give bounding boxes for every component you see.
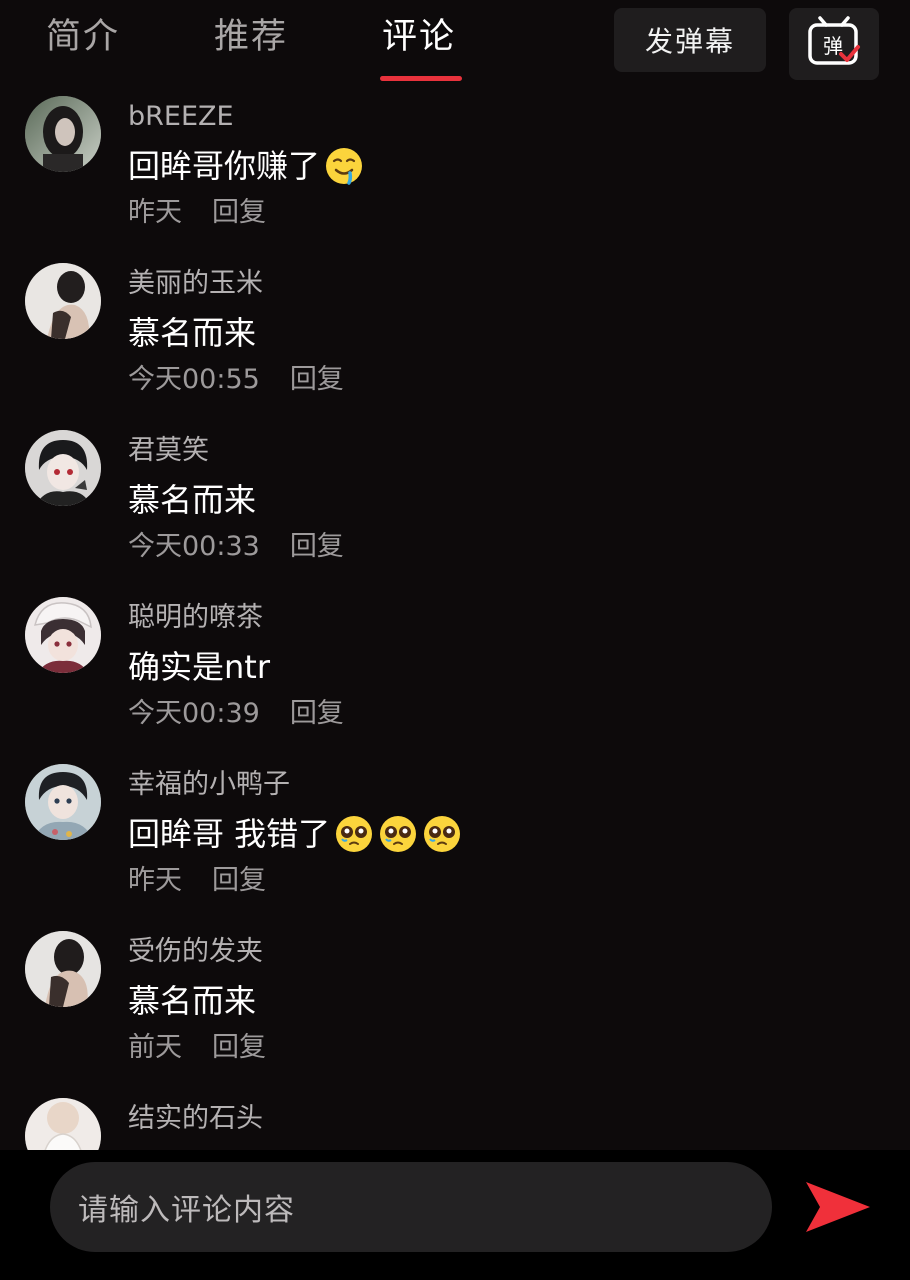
comment-time: 今天00:33: [128, 531, 260, 562]
reply-button[interactable]: 回复: [290, 364, 344, 395]
comment-item: 美丽的玉米 慕名而来 今天00:55 回复: [0, 263, 910, 430]
comment-username[interactable]: 幸福的小鸭子: [128, 768, 290, 802]
comment-time: 前天: [128, 1032, 182, 1063]
send-icon: [806, 1182, 870, 1232]
reply-button[interactable]: 回复: [212, 197, 266, 228]
danmaku-toggle-icon: 弹: [808, 16, 860, 65]
comment-username[interactable]: 受伤的发夹: [128, 935, 263, 969]
comment-text: 慕名而来: [128, 481, 257, 519]
reply-button[interactable]: 回复: [212, 1032, 266, 1063]
comment-time: 昨天: [128, 865, 182, 896]
tab-comments[interactable]: 评论: [382, 12, 456, 62]
comment-meta: 今天00:33 回复: [128, 530, 344, 564]
comment-meta: 昨天 回复: [128, 196, 266, 230]
comment-meta: 昨天 回复: [128, 864, 266, 898]
comment-text: 回眸哥你赚了: [128, 147, 321, 185]
reply-button[interactable]: 回复: [290, 698, 344, 729]
comment-input-placeholder: 请输入评论内容: [78, 1193, 295, 1228]
comment-username[interactable]: 聪明的嘹茶: [128, 601, 263, 635]
pleading-face-emoji: [424, 816, 461, 852]
comment-item: 受伤的发夹 慕名而来 前天 回复: [0, 931, 910, 1098]
comment-meta: 今天00:39 回复: [128, 697, 344, 731]
tab-intro[interactable]: 简介: [46, 12, 120, 62]
comment-input-bar: 请输入评论内容: [0, 1150, 910, 1280]
comment-item: 君莫笑 慕名而来 今天00:33 回复: [0, 430, 910, 597]
active-tab-indicator: [380, 76, 462, 81]
comment-item: bREEZE 回眸哥你赚了 昨天 回复: [0, 96, 910, 263]
send-danmaku-label: 发弹幕: [644, 25, 735, 58]
comment-meta: 前天 回复: [128, 1031, 266, 1065]
drooling-face-emoji: [326, 148, 363, 185]
avatar[interactable]: [25, 96, 101, 172]
avatar[interactable]: [25, 430, 101, 506]
comment-username[interactable]: 结实的石头: [128, 1102, 263, 1136]
comment-text: 慕名而来: [128, 982, 257, 1020]
reply-button[interactable]: 回复: [290, 531, 344, 562]
comment-item: 幸福的小鸭子 回眸哥 我错了 昨天 回复: [0, 764, 910, 931]
comment-text-line: 确实是ntr: [128, 645, 270, 689]
comment-meta: 今天00:55 回复: [128, 363, 344, 397]
comment-text-line: 慕名而来: [128, 979, 256, 1023]
avatar[interactable]: [25, 263, 101, 339]
comment-time: 今天00:39: [128, 698, 260, 729]
send-button[interactable]: [800, 1172, 876, 1242]
comment-username[interactable]: 美丽的玉米: [128, 267, 263, 301]
comment-time: 昨天: [128, 197, 182, 228]
comment-time: 今天00:55: [128, 364, 260, 395]
avatar[interactable]: [25, 764, 101, 840]
comment-text-line: 慕名而来: [128, 478, 256, 522]
reply-button[interactable]: 回复: [212, 865, 266, 896]
tab-recommend[interactable]: 推荐: [214, 12, 288, 62]
avatar[interactable]: [25, 597, 101, 673]
pleading-face-emoji: [380, 816, 417, 852]
comment-item: 聪明的嘹茶 确实是ntr 今天00:39 回复: [0, 597, 910, 764]
comment-text-line: 慕名而来: [128, 311, 256, 355]
comment-text-line: 回眸哥 我错了: [128, 812, 462, 856]
pleading-face-emoji: [336, 816, 373, 852]
comment-username[interactable]: bREEZE: [128, 100, 234, 134]
send-danmaku-button[interactable]: 发弹幕: [614, 8, 766, 72]
comment-input[interactable]: 请输入评论内容: [50, 1162, 772, 1252]
comments-page: 简介 推荐 评论 发弹幕 弹 bREEZE 回眸哥你赚了 昨天 回复 美丽的玉米…: [0, 0, 910, 1280]
comment-username[interactable]: 君莫笑: [128, 434, 209, 468]
danmaku-toggle-button[interactable]: 弹: [789, 8, 879, 80]
avatar[interactable]: [25, 931, 101, 1007]
comment-text: 确实是ntr: [128, 648, 270, 686]
comment-text-line: 回眸哥你赚了: [128, 144, 364, 188]
comment-text: 慕名而来: [128, 314, 257, 352]
comment-text: 回眸哥 我错了: [128, 815, 331, 853]
